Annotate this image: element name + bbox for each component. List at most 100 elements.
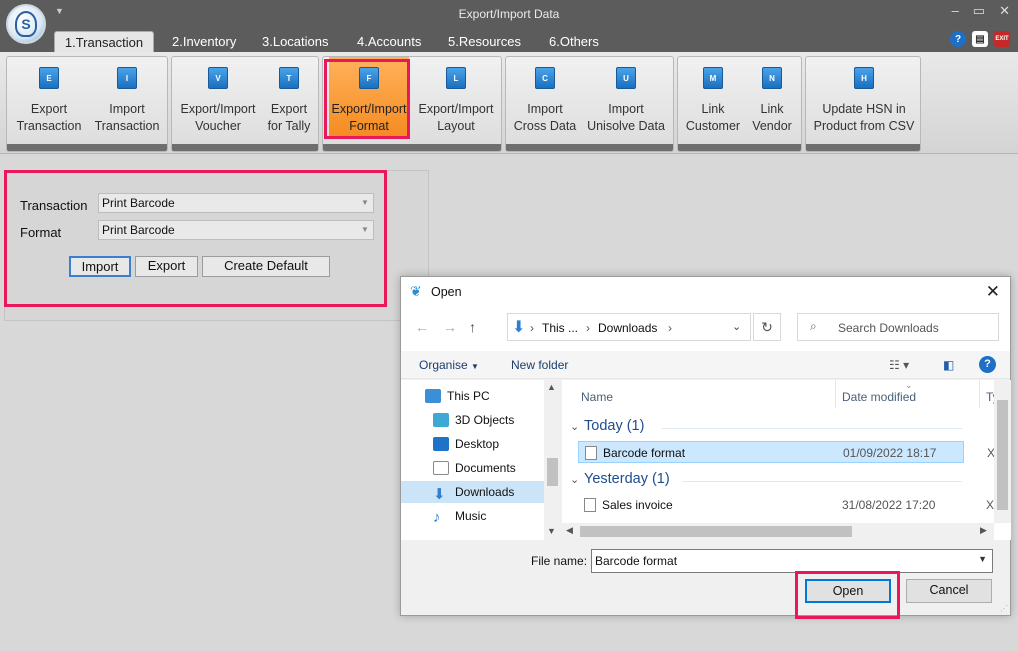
tree-item-desktop[interactable]: Desktop bbox=[401, 433, 544, 455]
ribbon-group-link: M Link Customer N Link Vendor bbox=[677, 56, 802, 152]
tab-locations[interactable]: 3.Locations bbox=[254, 31, 337, 52]
tree-item-music[interactable]: ♪ Music bbox=[401, 505, 544, 527]
create-default-button[interactable]: Create Default bbox=[202, 256, 330, 277]
export-import-layout-button[interactable]: L Export/Import Layout bbox=[413, 57, 499, 139]
chevron-down-icon[interactable]: ▼ bbox=[978, 554, 987, 564]
file-list-horizontal-scrollbar[interactable]: ◀ ▶ bbox=[562, 523, 994, 540]
preview-pane-icon[interactable]: ◧ bbox=[943, 358, 954, 372]
voucher-icon: V bbox=[208, 67, 228, 89]
view-options-icon[interactable]: ☷ ▾ bbox=[889, 358, 909, 372]
back-arrow-icon[interactable]: ← bbox=[415, 319, 429, 335]
search-input[interactable]: ⌕ Search Downloads bbox=[797, 313, 999, 341]
tab-others[interactable]: 6.Others bbox=[541, 31, 607, 52]
help-icon[interactable]: ? bbox=[950, 31, 966, 47]
group-header-yesterday[interactable]: Yesterday (1) bbox=[584, 471, 670, 487]
tree-item-this-pc[interactable]: This PC bbox=[401, 385, 544, 407]
close-button[interactable]: ✕ bbox=[999, 3, 1010, 19]
export-transaction-button[interactable]: E Export Transaction bbox=[11, 57, 87, 139]
button-label: Import bbox=[109, 102, 145, 116]
update-hsn-button[interactable]: H Update HSN in Product from CSV bbox=[808, 57, 920, 139]
tree-scrollbar[interactable]: ▲ ▼ bbox=[544, 380, 561, 540]
button-label: Voucher bbox=[195, 119, 241, 133]
scroll-right-icon[interactable]: ▶ bbox=[980, 525, 987, 536]
breadcrumb-this-pc[interactable]: This ... bbox=[542, 321, 578, 335]
button-label: Import bbox=[608, 102, 644, 116]
tree-item-downloads[interactable]: ⬇ Downloads bbox=[401, 481, 544, 503]
address-bar[interactable]: ⬇ › This ... › Downloads › ⌄ bbox=[507, 313, 751, 341]
file-row-sales-invoice[interactable]: Sales invoice 31/08/2022 17:20 X bbox=[578, 494, 994, 516]
maximize-button[interactable]: ▭ bbox=[973, 3, 985, 19]
refresh-button[interactable]: ↻ bbox=[753, 313, 781, 341]
format-label: Format bbox=[20, 225, 62, 240]
file-date: 31/08/2022 17:20 bbox=[842, 498, 936, 512]
breadcrumb-downloads[interactable]: Downloads bbox=[598, 321, 657, 335]
button-label: Transaction bbox=[16, 119, 82, 133]
tally-icon: T bbox=[279, 67, 299, 89]
link-customer-button[interactable]: M Link Customer bbox=[682, 57, 744, 139]
scrollbar-thumb[interactable] bbox=[997, 400, 1008, 510]
import-button[interactable]: Import bbox=[69, 256, 131, 277]
window-title: Export/Import Data bbox=[458, 7, 560, 21]
button-label: Layout bbox=[437, 119, 475, 133]
scroll-up-icon[interactable]: ▲ bbox=[547, 382, 556, 392]
tab-bar: 1.Transaction 2.Inventory 3.Locations 4.… bbox=[0, 28, 1018, 52]
help-icon[interactable]: ? bbox=[979, 356, 996, 373]
button-label: Link bbox=[701, 102, 725, 116]
scrollbar-thumb[interactable] bbox=[580, 526, 852, 537]
resize-grip-icon[interactable]: ⋰ bbox=[1000, 604, 1008, 613]
chevron-down-icon[interactable]: ⌄ bbox=[732, 320, 741, 333]
app-logo[interactable]: S bbox=[6, 4, 46, 44]
file-name-input[interactable]: Barcode format ▼ bbox=[591, 549, 993, 573]
file-date: 01/09/2022 18:17 bbox=[843, 446, 937, 460]
import-transaction-icon: I bbox=[117, 67, 137, 89]
document-icon[interactable]: ▤ bbox=[972, 31, 988, 47]
export-import-voucher-button[interactable]: V Export/Import Voucher bbox=[176, 57, 260, 139]
scrollbar-thumb[interactable] bbox=[547, 458, 558, 486]
breadcrumb-separator-icon: › bbox=[668, 321, 672, 335]
tab-inventory[interactable]: 2.Inventory bbox=[164, 31, 244, 52]
exit-icon[interactable]: EXIT bbox=[994, 31, 1010, 47]
column-separator bbox=[835, 380, 836, 408]
quick-access-dropdown-icon[interactable]: ▼ bbox=[55, 6, 64, 16]
minimize-button[interactable]: – bbox=[952, 3, 959, 19]
export-for-tally-button[interactable]: T Export for Tally bbox=[262, 57, 316, 139]
open-button[interactable]: Open bbox=[805, 579, 891, 603]
import-transaction-button[interactable]: I Import Transaction bbox=[89, 57, 165, 139]
chevron-down-icon: ▼ bbox=[361, 225, 369, 234]
file-list-vertical-scrollbar[interactable] bbox=[994, 380, 1011, 523]
scroll-down-icon[interactable]: ▼ bbox=[547, 526, 556, 536]
import-cross-data-button[interactable]: C Import Cross Data bbox=[510, 57, 580, 139]
organise-button[interactable]: Organise ▼ bbox=[419, 358, 479, 372]
scroll-left-icon[interactable]: ◀ bbox=[566, 525, 573, 536]
export-button[interactable]: Export bbox=[135, 256, 198, 277]
cancel-button[interactable]: Cancel bbox=[906, 579, 992, 603]
column-header-date[interactable]: Date modified bbox=[842, 390, 916, 404]
tab-transaction[interactable]: 1.Transaction bbox=[54, 31, 154, 52]
chevron-down-icon[interactable]: ⌄ bbox=[570, 420, 579, 433]
group-header-today[interactable]: Today (1) bbox=[584, 418, 644, 434]
tab-accounts[interactable]: 4.Accounts bbox=[349, 31, 429, 52]
transaction-select[interactable]: Print Barcode ▼ bbox=[98, 193, 374, 213]
chevron-down-icon[interactable]: ⌄ bbox=[570, 473, 579, 486]
import-unisolve-data-button[interactable]: U Import Unisolve Data bbox=[582, 57, 670, 139]
dialog-app-icon: ❦ bbox=[410, 283, 422, 299]
dialog-close-button[interactable]: ✕ bbox=[986, 282, 1000, 302]
column-header-name[interactable]: Name bbox=[581, 390, 613, 404]
ribbon-group-hsn: H Update HSN in Product from CSV bbox=[805, 56, 921, 152]
new-folder-button[interactable]: New folder bbox=[511, 358, 568, 372]
link-vendor-button[interactable]: N Link Vendor bbox=[744, 57, 800, 139]
group-divider bbox=[662, 428, 962, 429]
file-row-barcode-format[interactable]: Barcode format 01/09/2022 18:17 X bbox=[578, 441, 995, 463]
tree-item-documents[interactable]: Documents bbox=[401, 457, 544, 479]
chevron-down-icon: ▼ bbox=[471, 362, 479, 371]
up-arrow-icon[interactable]: ↑ bbox=[469, 319, 476, 335]
forward-arrow-icon[interactable]: → bbox=[443, 319, 457, 335]
link-vendor-icon: N bbox=[762, 67, 782, 89]
tab-bar-icons: ? ▤ EXIT bbox=[950, 31, 1010, 47]
tab-resources[interactable]: 5.Resources bbox=[440, 31, 529, 52]
format-select[interactable]: Print Barcode ▼ bbox=[98, 220, 374, 240]
layout-icon: L bbox=[446, 67, 466, 89]
title-bar: Export/Import Data ▼ – ▭ ✕ bbox=[0, 0, 1018, 28]
tree-item-3d-objects[interactable]: 3D Objects bbox=[401, 409, 544, 431]
export-import-format-button[interactable]: F Export/Import Format bbox=[329, 57, 409, 139]
